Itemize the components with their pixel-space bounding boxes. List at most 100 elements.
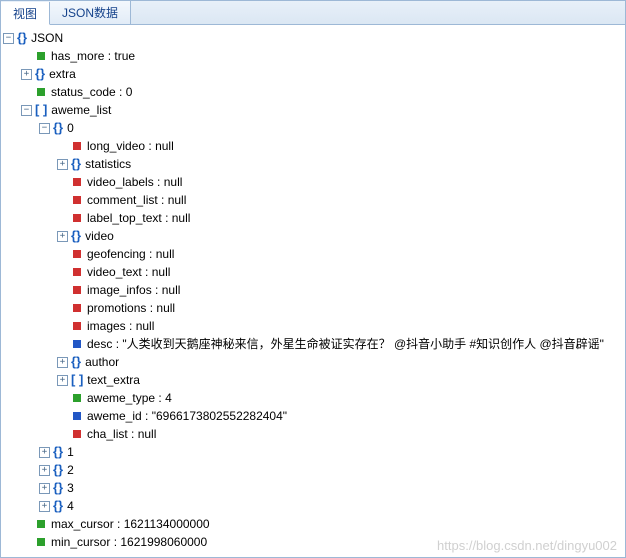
node-video-text[interactable]: video_text : null <box>3 263 623 281</box>
leaf-icon <box>71 430 83 438</box>
node-geofencing[interactable]: geofencing : null <box>3 245 623 263</box>
node-max-cursor[interactable]: max_cursor : 1621134000000 <box>3 515 623 533</box>
node-item-4[interactable]: + {} 4 <box>3 497 623 515</box>
leaf-icon <box>71 322 83 330</box>
value: "人类收到天鹅座神秘来信，外星生命被证实存在？ @抖音小助手 #知识创作人 @抖… <box>122 335 604 353</box>
value: null <box>136 317 155 335</box>
node-author[interactable]: + {} author <box>3 353 623 371</box>
node-label-top-text[interactable]: label_top_text : null <box>3 209 623 227</box>
node-item-0[interactable]: − {} 0 <box>3 119 623 137</box>
node-statistics[interactable]: + {} statistics <box>3 155 623 173</box>
value: null <box>152 263 171 281</box>
node-desc[interactable]: desc : "人类收到天鹅座神秘来信，外星生命被证实存在？ @抖音小助手 #知… <box>3 335 623 353</box>
key: label_top_text <box>87 209 162 227</box>
window: 视图 JSON数据 − {} JSON has_more : true + {}… <box>0 0 626 558</box>
object-icon: {} <box>71 155 81 173</box>
expand-icon[interactable]: + <box>21 69 32 80</box>
node-item-2[interactable]: + {} 2 <box>3 461 623 479</box>
key: status_code <box>51 83 116 101</box>
value: null <box>168 191 187 209</box>
expand-icon[interactable]: + <box>57 159 68 170</box>
collapse-icon[interactable]: − <box>3 33 14 44</box>
node-item-3[interactable]: + {} 3 <box>3 479 623 497</box>
value: true <box>114 47 135 65</box>
node-label: statistics <box>85 155 131 173</box>
leaf-icon <box>35 88 47 96</box>
node-aweme-id[interactable]: aweme_id : "6966173802552282404" <box>3 407 623 425</box>
leaf-icon <box>35 538 47 546</box>
node-label: 3 <box>67 479 74 497</box>
node-aweme-type[interactable]: aweme_type : 4 <box>3 389 623 407</box>
value: null <box>138 425 157 443</box>
expand-icon[interactable]: + <box>57 357 68 368</box>
value: null <box>156 245 175 263</box>
node-images[interactable]: images : null <box>3 317 623 335</box>
leaf-icon <box>71 142 83 150</box>
node-extra[interactable]: + {} extra <box>3 65 623 83</box>
node-long-video[interactable]: long_video : null <box>3 137 623 155</box>
node-label: video <box>85 227 114 245</box>
node-has-more[interactable]: has_more : true <box>3 47 623 65</box>
node-label: aweme_list <box>51 101 111 119</box>
leaf-icon <box>71 250 83 258</box>
value: null <box>155 137 174 155</box>
tab-json-data[interactable]: JSON数据 <box>50 1 131 24</box>
leaf-icon <box>71 412 83 420</box>
value: null <box>172 209 191 227</box>
object-icon: {} <box>53 479 63 497</box>
tab-bar: 视图 JSON数据 <box>1 1 625 25</box>
key: comment_list <box>87 191 158 209</box>
leaf-icon <box>71 214 83 222</box>
value: null <box>156 299 175 317</box>
node-text-extra[interactable]: + [ ] text_extra <box>3 371 623 389</box>
value: 1621998060000 <box>120 533 207 551</box>
value: null <box>162 281 181 299</box>
value: 0 <box>126 83 133 101</box>
node-aweme-list[interactable]: − [ ] aweme_list <box>3 101 623 119</box>
node-label: 4 <box>67 497 74 515</box>
value: null <box>164 173 183 191</box>
node-label: author <box>85 353 119 371</box>
node-label: 0 <box>67 119 74 137</box>
leaf-icon <box>71 178 83 186</box>
object-icon: {} <box>53 497 63 515</box>
key: aweme_id <box>87 407 142 425</box>
node-video-labels[interactable]: video_labels : null <box>3 173 623 191</box>
tab-view[interactable]: 视图 <box>1 2 50 25</box>
node-image-infos[interactable]: image_infos : null <box>3 281 623 299</box>
collapse-icon[interactable]: − <box>21 105 32 116</box>
node-status-code[interactable]: status_code : 0 <box>3 83 623 101</box>
node-label: extra <box>49 65 76 83</box>
expand-icon[interactable]: + <box>57 375 68 386</box>
key: video_labels <box>87 173 154 191</box>
key: cha_list <box>87 425 128 443</box>
object-icon: {} <box>71 227 81 245</box>
key: long_video <box>87 137 145 155</box>
leaf-icon <box>71 394 83 402</box>
value: 1621134000000 <box>124 515 210 533</box>
node-comment-list[interactable]: comment_list : null <box>3 191 623 209</box>
node-video[interactable]: + {} video <box>3 227 623 245</box>
leaf-icon <box>71 304 83 312</box>
node-item-1[interactable]: + {} 1 <box>3 443 623 461</box>
key: aweme_type <box>87 389 155 407</box>
expand-icon[interactable]: + <box>39 465 50 476</box>
node-cha-list[interactable]: cha_list : null <box>3 425 623 443</box>
leaf-icon <box>71 340 83 348</box>
key: has_more <box>51 47 104 65</box>
node-root[interactable]: − {} JSON <box>3 29 623 47</box>
collapse-icon[interactable]: − <box>39 123 50 134</box>
expand-icon[interactable]: + <box>39 501 50 512</box>
value: "6966173802552282404" <box>152 407 287 425</box>
leaf-icon <box>71 196 83 204</box>
key: min_cursor <box>51 533 110 551</box>
key: images <box>87 317 126 335</box>
expand-icon[interactable]: + <box>57 231 68 242</box>
expand-icon[interactable]: + <box>39 447 50 458</box>
key: max_cursor <box>51 515 114 533</box>
key: video_text <box>87 263 142 281</box>
node-promotions[interactable]: promotions : null <box>3 299 623 317</box>
object-icon: {} <box>53 119 63 137</box>
node-min-cursor[interactable]: min_cursor : 1621998060000 <box>3 533 623 551</box>
expand-icon[interactable]: + <box>39 483 50 494</box>
